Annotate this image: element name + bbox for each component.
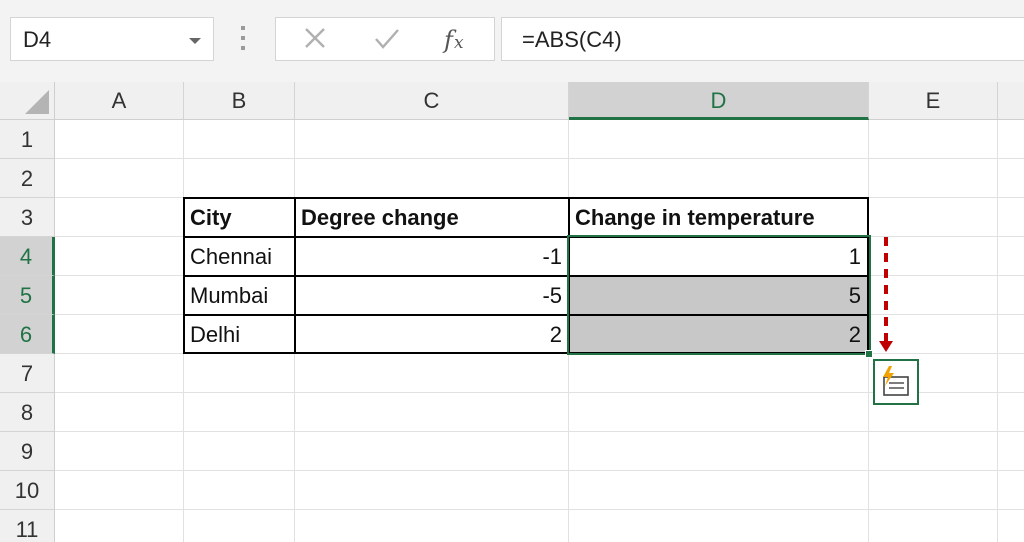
table-cell-city[interactable]: Delhi (184, 315, 294, 354)
table-cell-city[interactable]: Mumbai (184, 276, 294, 315)
column-header-a[interactable]: A (55, 82, 184, 120)
gridline (55, 509, 1024, 510)
close-icon[interactable] (284, 18, 344, 60)
table-header-change-in-temperature[interactable]: Change in temperature (569, 198, 867, 237)
flash-fill-icon[interactable] (873, 359, 919, 405)
name-box[interactable]: D4 (10, 17, 214, 61)
column-header-c[interactable]: C (295, 82, 569, 120)
row-header-9[interactable]: 9 (0, 432, 55, 471)
formula-text[interactable]: =ABS(C4) (522, 27, 622, 53)
row-header-4[interactable]: 4 (0, 237, 55, 276)
column-header-f[interactable] (998, 82, 1024, 120)
formula-input[interactable]: =ABS(C4) (501, 17, 1024, 61)
fx-icon[interactable]: f x (426, 18, 486, 60)
chevron-down-icon[interactable] (189, 38, 201, 44)
row-header-5[interactable]: 5 (0, 276, 55, 315)
table-cell-city[interactable]: Chennai (184, 237, 294, 276)
gridline (55, 431, 1024, 432)
name-box-value[interactable]: D4 (23, 27, 51, 53)
drag-handle-icon[interactable] (240, 26, 246, 54)
table-header-degree-change[interactable]: Degree change (295, 198, 568, 237)
table-header-city[interactable]: City (184, 198, 294, 237)
svg-text:x: x (454, 33, 464, 53)
row-header-6[interactable]: 6 (0, 315, 55, 354)
annotation-dashed-line (884, 237, 888, 341)
row-header-10[interactable]: 10 (0, 471, 55, 510)
row-header-2[interactable]: 2 (0, 159, 55, 198)
table-cell-degree-change[interactable]: -1 (295, 237, 568, 276)
column-header-e[interactable]: E (869, 82, 998, 120)
gridline (55, 158, 1024, 159)
row-header-3[interactable]: 3 (0, 198, 55, 237)
annotation-arrow-icon (879, 341, 893, 352)
selection-range[interactable] (567, 235, 871, 355)
row-header-8[interactable]: 8 (0, 393, 55, 432)
fill-handle[interactable] (865, 350, 873, 358)
gridline (997, 120, 998, 542)
gridline (55, 470, 1024, 471)
table-cell-degree-change[interactable]: -5 (295, 276, 568, 315)
formula-buttons: f x (275, 17, 495, 61)
column-header-b[interactable]: B (184, 82, 295, 120)
row-header-11[interactable]: 11 (0, 510, 55, 542)
table-cell-degree-change[interactable]: 2 (295, 315, 568, 354)
worksheet-grid[interactable]: A B C D E 1 2 3 4 5 6 7 8 9 10 11 City D… (0, 82, 1024, 542)
select-all-button[interactable] (0, 82, 55, 120)
checkmark-icon[interactable] (356, 18, 416, 60)
formula-bar-area: D4 f x =ABS(C4) (0, 0, 1024, 82)
row-header-7[interactable]: 7 (0, 354, 55, 393)
row-header-1[interactable]: 1 (0, 120, 55, 159)
column-header-d[interactable]: D (569, 82, 869, 120)
